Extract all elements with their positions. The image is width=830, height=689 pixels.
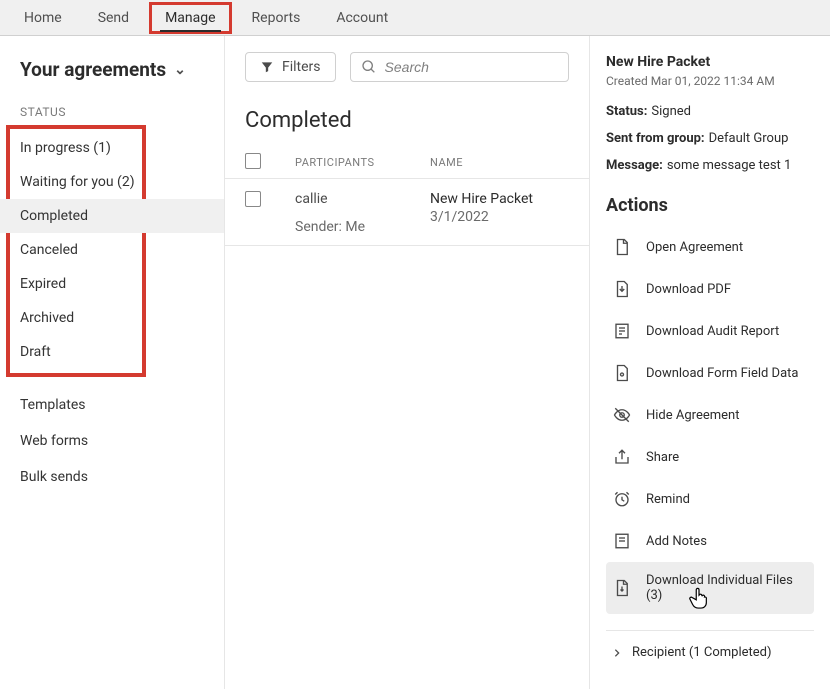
action-label: Open Agreement: [646, 240, 743, 255]
filters-label: Filters: [282, 59, 321, 75]
clock-icon: [612, 489, 632, 509]
participant-name: callie: [295, 191, 430, 207]
agreement-name: New Hire Packet: [430, 191, 569, 207]
nav-reports[interactable]: Reports: [236, 2, 317, 34]
report-icon: [612, 321, 632, 341]
action-share[interactable]: Share: [606, 436, 814, 478]
nav-account[interactable]: Account: [320, 2, 404, 34]
document-icon: [612, 237, 632, 257]
top-nav: Home Send Manage Reports Account: [0, 0, 830, 36]
agreements-table: PARTICIPANTS NAME callie Sender: Me New …: [225, 147, 589, 246]
action-label: Remind: [646, 492, 690, 507]
nav-manage[interactable]: Manage: [149, 2, 231, 34]
meta-group-value: Default Group: [709, 131, 789, 146]
search-box[interactable]: [350, 52, 569, 82]
meta-group-label: Sent from group:: [606, 131, 705, 146]
status-archived[interactable]: Archived: [0, 301, 224, 335]
col-participants: PARTICIPANTS: [295, 156, 430, 169]
table-header: PARTICIPANTS NAME: [225, 147, 589, 179]
content-title: Completed: [225, 98, 589, 147]
status-in-progress[interactable]: In progress (1): [0, 131, 224, 165]
details-created: Created Mar 01, 2022 11:34 AM: [606, 74, 814, 88]
meta-status-value: Signed: [651, 104, 691, 119]
action-remind[interactable]: Remind: [606, 478, 814, 520]
action-label: Download PDF: [646, 282, 731, 297]
col-name: NAME: [430, 156, 569, 169]
action-label: Download Audit Report: [646, 324, 779, 339]
main-panel: Filters Completed PARTICIPANTS NAME call…: [225, 36, 590, 689]
other-list: Templates Web forms Bulk sends: [0, 377, 224, 505]
row-checkbox[interactable]: [245, 191, 261, 207]
status-waiting[interactable]: Waiting for you (2): [0, 165, 224, 199]
action-open-agreement[interactable]: Open Agreement: [606, 226, 814, 268]
details-panel: New Hire Packet Created Mar 01, 2022 11:…: [590, 36, 830, 689]
nav-home[interactable]: Home: [8, 2, 78, 34]
action-download-audit[interactable]: Download Audit Report: [606, 310, 814, 352]
action-add-notes[interactable]: Add Notes: [606, 520, 814, 562]
nav-send[interactable]: Send: [82, 2, 145, 34]
filters-button[interactable]: Filters: [245, 52, 336, 82]
toolbar: Filters: [225, 36, 589, 98]
chevron-down-icon: ⌄: [174, 62, 186, 78]
status-canceled[interactable]: Canceled: [0, 233, 224, 267]
action-download-pdf[interactable]: Download PDF: [606, 268, 814, 310]
files-icon: [612, 578, 632, 598]
recipient-expand[interactable]: Recipient (1 Completed): [606, 630, 814, 660]
share-icon: [612, 447, 632, 467]
sidebar-templates[interactable]: Templates: [0, 387, 224, 423]
action-hide-agreement[interactable]: Hide Agreement: [606, 394, 814, 436]
search-input[interactable]: [385, 59, 558, 75]
eye-off-icon: [612, 405, 632, 425]
table-row[interactable]: callie Sender: Me New Hire Packet 3/1/20…: [225, 179, 589, 246]
action-label: Hide Agreement: [646, 408, 739, 423]
action-label: Download Individual Files (3): [646, 573, 808, 603]
details-title: New Hire Packet: [606, 54, 814, 70]
status-expired[interactable]: Expired: [0, 267, 224, 301]
action-label: Add Notes: [646, 534, 707, 549]
sidebar-bulksends[interactable]: Bulk sends: [0, 459, 224, 495]
meta-message-value: some message test 1: [667, 158, 791, 173]
status-completed[interactable]: Completed: [0, 199, 224, 233]
action-label: Share: [646, 450, 679, 465]
recipient-label: Recipient (1 Completed): [632, 645, 772, 660]
form-icon: [612, 363, 632, 383]
status-list: In progress (1) Waiting for you (2) Comp…: [0, 125, 224, 377]
notes-icon: [612, 531, 632, 551]
sidebar-title-dropdown[interactable]: Your agreements ⌄: [0, 58, 224, 99]
select-all-checkbox[interactable]: [245, 153, 261, 169]
action-download-individual-files[interactable]: Download Individual Files (3): [606, 562, 814, 614]
sidebar: Your agreements ⌄ STATUS In progress (1)…: [0, 36, 225, 689]
sidebar-webforms[interactable]: Web forms: [0, 423, 224, 459]
participant-sender: Sender: Me: [295, 219, 430, 235]
status-header: STATUS: [0, 99, 224, 125]
action-download-form-data[interactable]: Download Form Field Data: [606, 352, 814, 394]
action-label: Download Form Field Data: [646, 366, 798, 381]
chevron-right-icon: [612, 648, 622, 658]
filter-icon: [260, 60, 274, 74]
meta-status-label: Status:: [606, 104, 647, 119]
download-icon: [612, 279, 632, 299]
sidebar-title-label: Your agreements: [20, 58, 166, 81]
actions-header: Actions: [606, 195, 814, 216]
status-draft[interactable]: Draft: [0, 335, 224, 369]
meta-message-label: Message:: [606, 158, 663, 173]
agreement-date: 3/1/2022: [430, 209, 569, 225]
search-icon: [361, 59, 377, 75]
